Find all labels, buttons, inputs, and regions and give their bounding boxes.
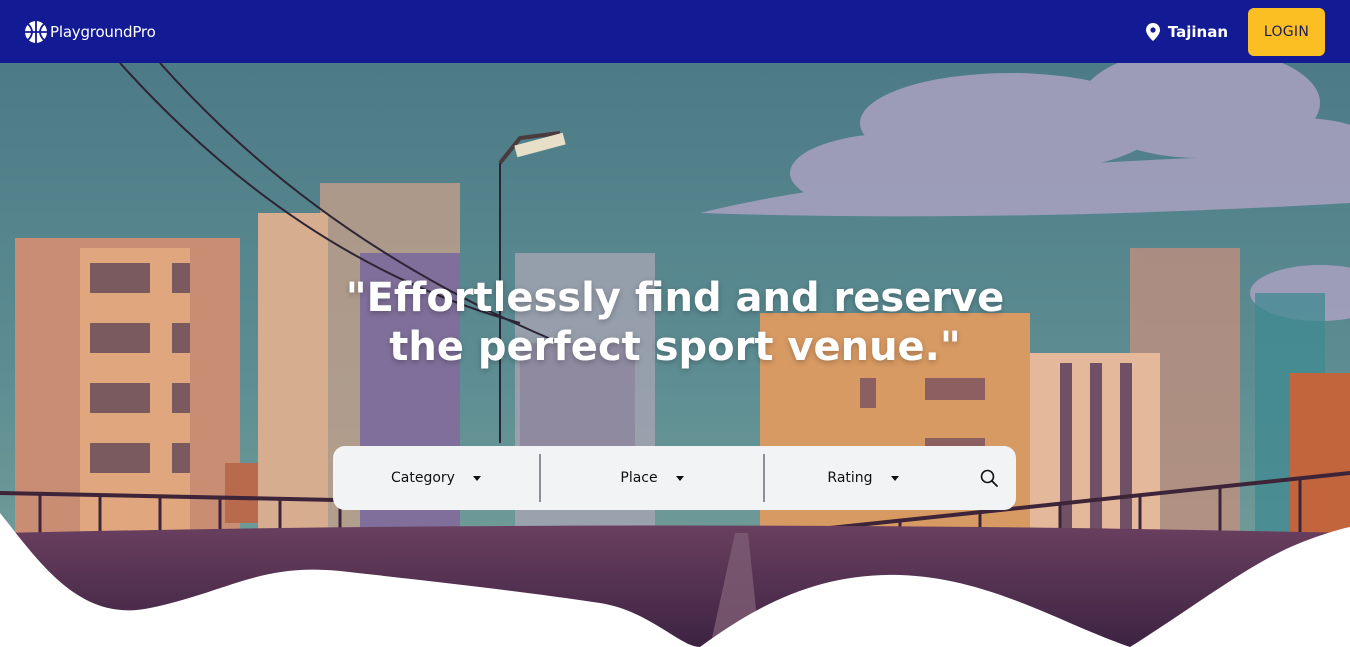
location-label: Tajinan bbox=[1167, 22, 1228, 41]
page: PlaygroundPro Tajinan LOGIN "Effortlessl… bbox=[0, 0, 1350, 647]
category-dropdown[interactable]: Category bbox=[333, 446, 539, 510]
search-button[interactable] bbox=[961, 446, 1016, 510]
chevron-down-icon bbox=[890, 475, 899, 481]
place-dropdown-label: Place bbox=[620, 470, 658, 486]
category-dropdown-label: Category bbox=[391, 470, 455, 486]
hero-title-line-2: the perfect sport venue." bbox=[389, 324, 961, 370]
search-icon bbox=[980, 469, 998, 487]
chevron-down-icon bbox=[675, 475, 684, 481]
chevron-down-icon bbox=[472, 475, 481, 481]
top-navbar: PlaygroundPro Tajinan LOGIN bbox=[0, 0, 1350, 63]
map-pin-icon bbox=[1145, 22, 1160, 41]
basketball-logo-icon bbox=[25, 20, 47, 43]
place-dropdown[interactable]: Place bbox=[541, 446, 763, 510]
rating-dropdown-label: Rating bbox=[827, 470, 873, 486]
venue-search-bar: Category Place Rating bbox=[333, 446, 1016, 510]
hero-title-line-1: "Effortlessly find and reserve bbox=[345, 275, 1005, 321]
hero-title: "Effortlessly find and reserve the perfe… bbox=[0, 274, 1350, 372]
brand-name: PlaygroundPro bbox=[50, 22, 156, 41]
hero-section: "Effortlessly find and reserve the perfe… bbox=[0, 63, 1350, 647]
login-button[interactable]: LOGIN bbox=[1248, 7, 1325, 56]
rating-dropdown[interactable]: Rating bbox=[765, 446, 961, 510]
brand-link[interactable]: PlaygroundPro bbox=[24, 20, 156, 44]
nav-right: Tajinan LOGIN bbox=[1145, 7, 1325, 56]
location-selector[interactable]: Tajinan bbox=[1145, 22, 1228, 41]
